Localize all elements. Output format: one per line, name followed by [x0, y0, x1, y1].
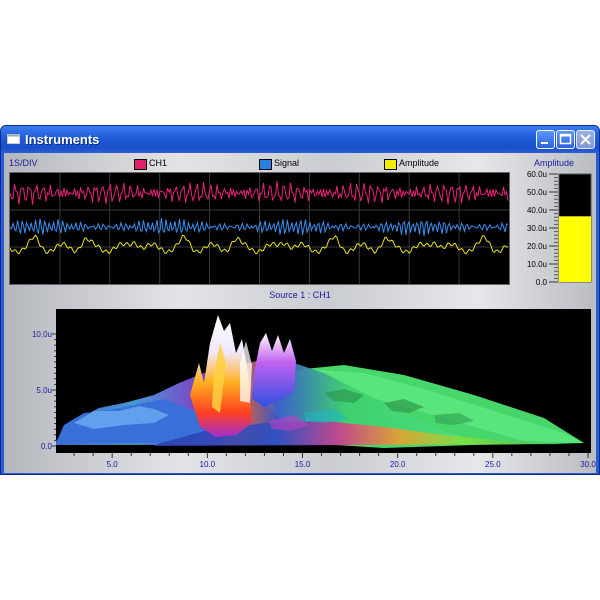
amplitude-tick-label: 30.0u [527, 224, 547, 233]
legend-signal-label: Signal [274, 158, 300, 168]
signal-swatch-icon [259, 159, 272, 170]
amplitude-tick-label: 10.0u [527, 260, 547, 269]
spectrum-y-tick-label: 5.0u [36, 386, 52, 395]
ch1-swatch-icon [134, 159, 147, 170]
amplitude-meter-title: Amplitude [534, 158, 575, 168]
maximize-icon [559, 133, 572, 145]
time-per-division: 1S/DIV [9, 158, 38, 168]
minimize-button[interactable] [536, 130, 555, 149]
scope-legend: 1S/DIV CH1 Signal Amplitude [7, 156, 509, 172]
oscilloscope-display[interactable] [9, 172, 510, 285]
amplitude-meter: Amplitude 60.0u 50.0u 40.0u 30.0u 20.0u 10.0u… [514, 156, 594, 287]
spectrum-x-tick-label: 25.0 [485, 460, 501, 469]
spectrum-x-tick-label: 15.0 [295, 460, 311, 469]
spectrum-x-tick-label: 10.0 [200, 460, 216, 469]
spectrum-title: Source 1 : CH1 [269, 290, 331, 300]
amplitude-tick-label: 40.0u [527, 206, 547, 215]
spectrum-x-tick-label: 20.0 [390, 460, 406, 469]
spectrum-x-tick-label: 5.0 [107, 460, 119, 469]
spectrum-x-tick-label: 30.0 [580, 460, 596, 469]
amplitude-tick-label: 20.0u [527, 242, 547, 251]
window-title: Instruments [25, 132, 100, 147]
amplitude-tick-label: 0.0 [536, 278, 548, 287]
title-bar[interactable]: Instruments [1, 126, 599, 153]
spectrum-y-tick-label: 0.0 [41, 442, 53, 451]
amplitude-tick-label: 60.0u [527, 170, 547, 179]
legend-amplitude-label: Amplitude [399, 158, 440, 168]
amplitude-meter-scale: 60.0u 50.0u 40.0u 30.0u 20.0u 10.0u 0.0 [527, 170, 592, 287]
close-button[interactable] [576, 130, 595, 149]
amplitude-meter-bar [559, 216, 591, 282]
amplitude-swatch-icon [384, 159, 397, 170]
amplitude-tick-label: 50.0u [527, 188, 547, 197]
legend-ch1-label: CH1 [149, 158, 168, 168]
spectrum-y-tick-label: 10.0u [32, 330, 52, 339]
spectrum-waterfall[interactable]: 10.0u 5.0u 0.0 5.0 10.0 15.0 20.0 25.0 30.0 [4, 303, 596, 473]
minimize-icon [541, 142, 548, 144]
maximize-button[interactable] [556, 130, 575, 149]
instrument-panel: 1S/DIV CH1 Signal Amplitude Amplitude 60… [4, 153, 596, 473]
window-app-icon [7, 134, 20, 144]
instruments-window: Instruments 1S/DIV CH1 Signal Amplitude … [0, 125, 600, 475]
close-icon [580, 134, 591, 145]
oscilloscope-traces [9, 173, 509, 284]
